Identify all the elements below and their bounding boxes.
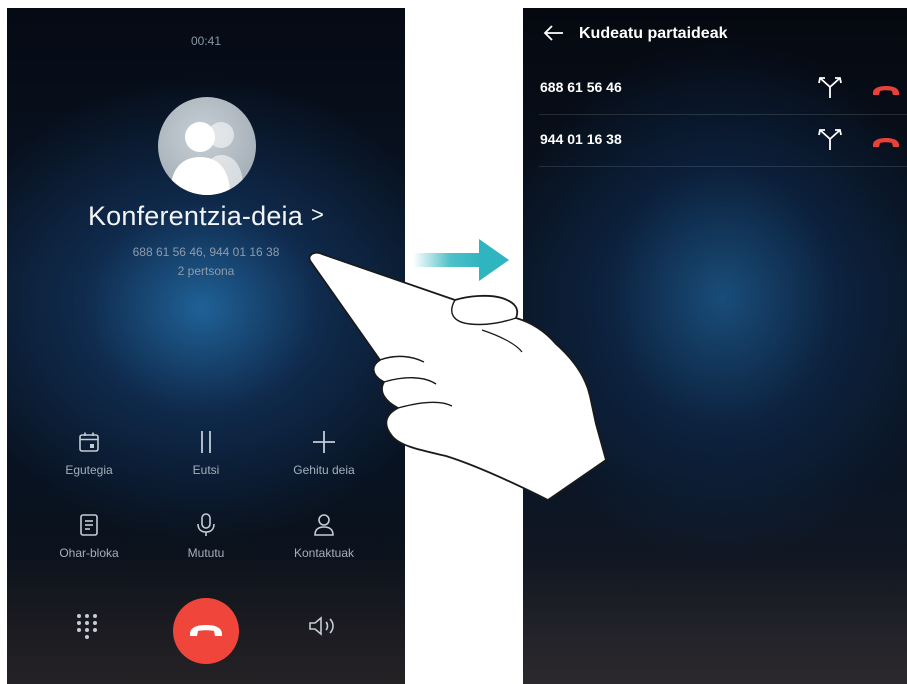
tapping-hand-icon <box>308 251 607 501</box>
